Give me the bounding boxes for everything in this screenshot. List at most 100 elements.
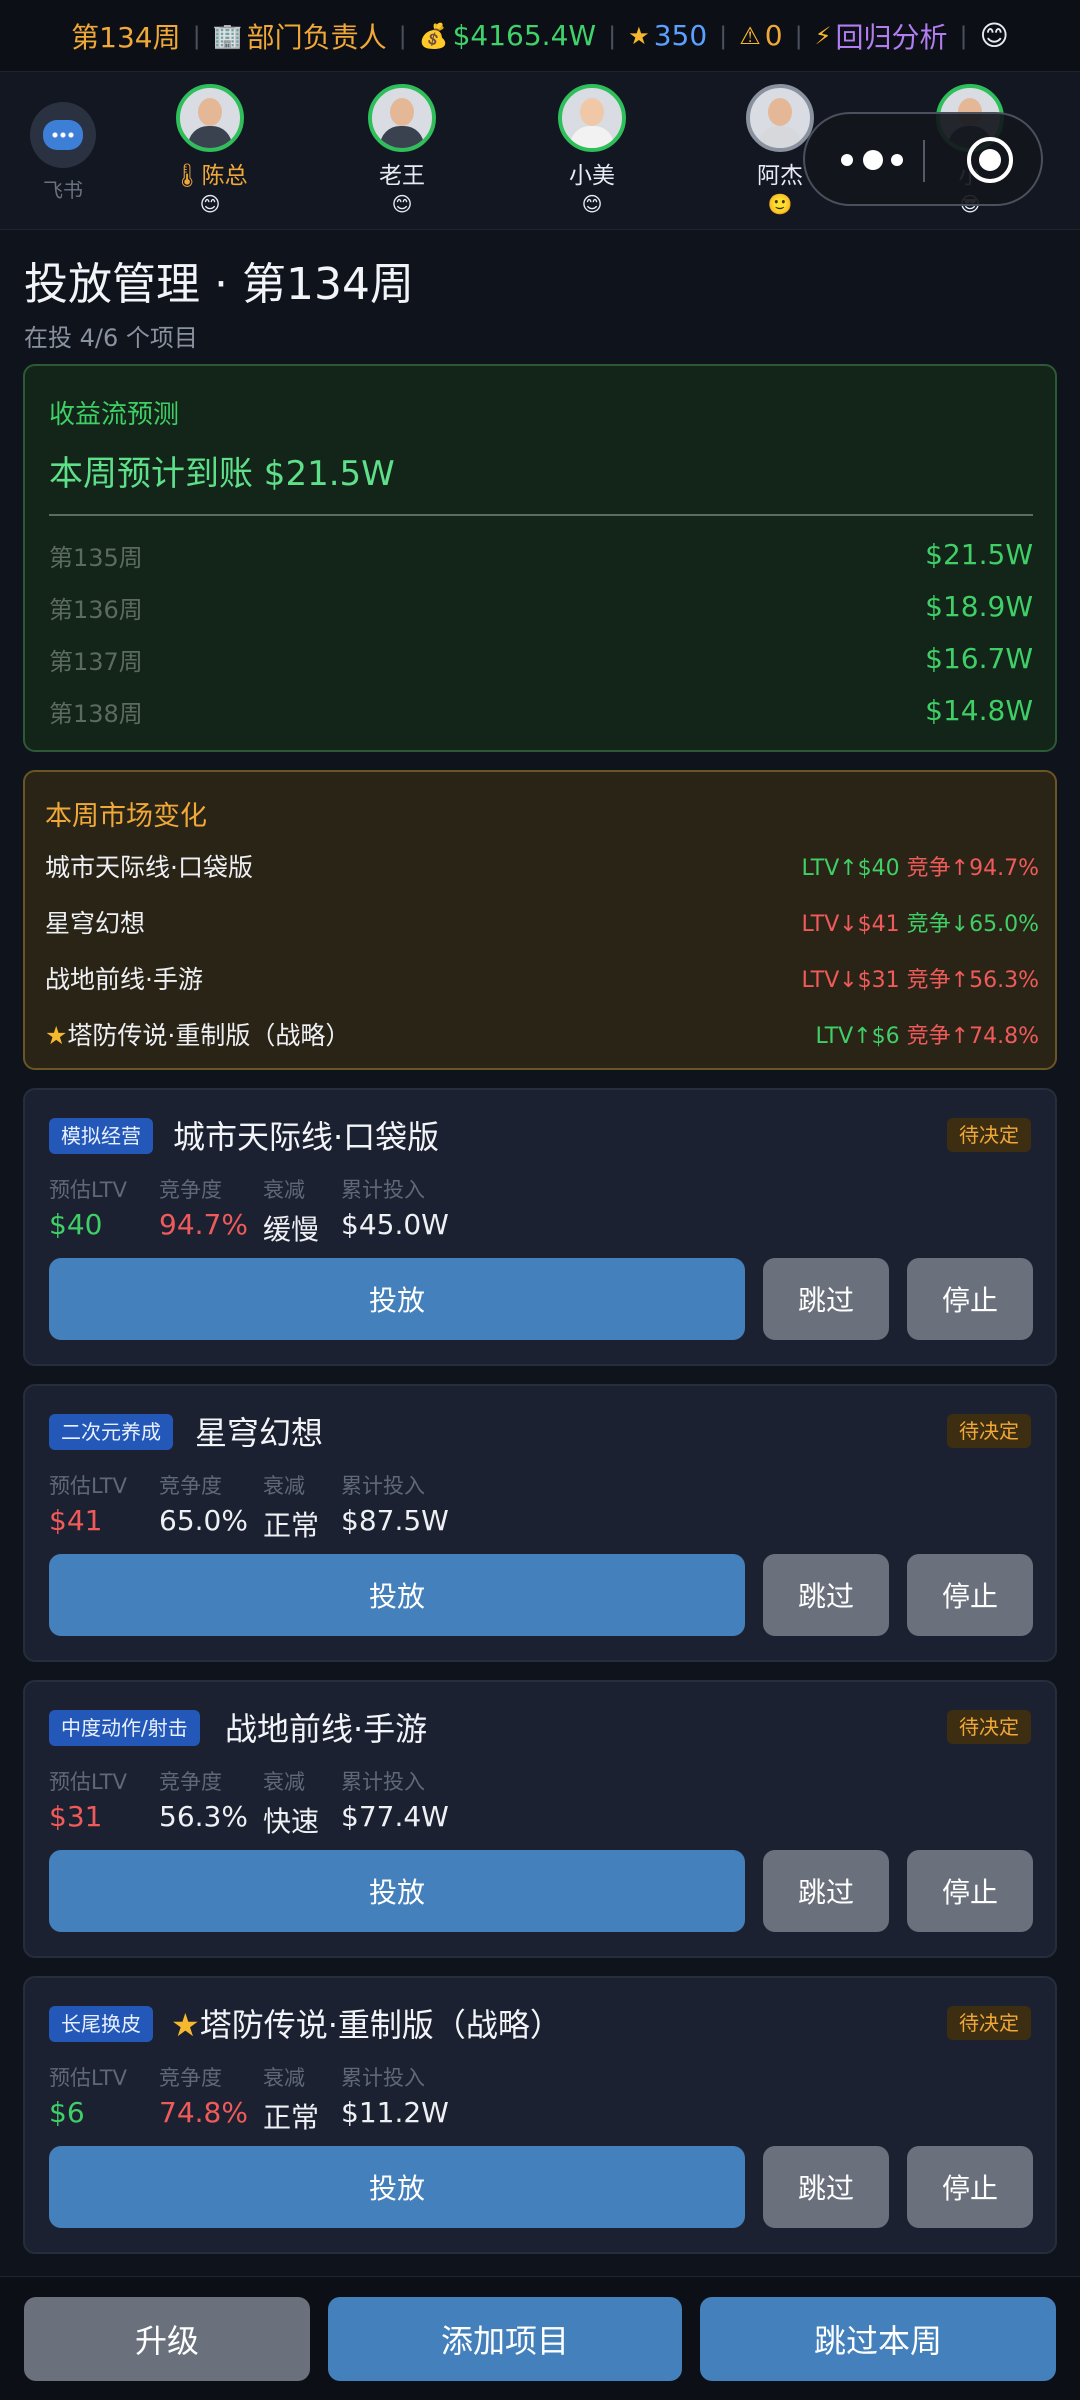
role-label: 部门负责人 bbox=[246, 20, 387, 54]
forecast-week: 第138周 bbox=[49, 700, 143, 728]
mood-emoji: 😊 bbox=[199, 192, 221, 216]
avatar bbox=[746, 84, 814, 152]
market-change: LTV↑$6 竞争↑74.8% bbox=[816, 1018, 1039, 1050]
market-project-name: 战地前线·手游 bbox=[45, 965, 203, 994]
divider: | bbox=[192, 21, 201, 50]
market-project-name: 城市天际线·口袋版 bbox=[45, 853, 253, 882]
decay-label: 衰减 bbox=[263, 1474, 305, 1498]
skip-button[interactable]: 跳过 bbox=[763, 1554, 889, 1636]
forecast-week: 第137周 bbox=[49, 648, 143, 676]
competition-label: 竞争度 bbox=[159, 1178, 222, 1202]
money-bag-icon: 💰 bbox=[418, 21, 449, 50]
invest-button[interactable]: 投放 bbox=[49, 2146, 745, 2228]
divider: | bbox=[794, 21, 803, 50]
competition-label: 竞争度 bbox=[159, 1770, 222, 1794]
project-card: 模拟经营 城市天际线·口袋版 待决定 预估LTV 竞争度 衰减 累计投入 $40… bbox=[23, 1088, 1057, 1366]
genre-tag: 中度动作/射击 bbox=[49, 1710, 200, 1746]
project-title: 战地前线·手游 bbox=[225, 1710, 428, 1748]
divider: | bbox=[719, 21, 728, 50]
status-bar: 第134周 | 🏢 部门负责人 | 💰 $4165.4W | ★ 350 | ⚠… bbox=[0, 0, 1080, 72]
project-title: 城市天际线·口袋版 bbox=[173, 1118, 440, 1156]
invested-value: $87.5W bbox=[341, 1504, 449, 1537]
money-balance: $4165.4W bbox=[452, 19, 597, 52]
project-card: 二次元养成 星穹幻想 待决定 预估LTV 竞争度 衰减 累计投入 $41 65.… bbox=[23, 1384, 1057, 1662]
mood-emoji: 😊 bbox=[581, 192, 603, 216]
chat-bubble-icon bbox=[30, 102, 96, 168]
skip-week-button[interactable]: 跳过本周 bbox=[700, 2297, 1056, 2381]
competition-change: 竞争↑56.3% bbox=[906, 968, 1039, 993]
status-badge: 待决定 bbox=[947, 1414, 1031, 1448]
contact-name: 小美 bbox=[569, 163, 615, 189]
invest-button[interactable]: 投放 bbox=[49, 1850, 745, 1932]
stop-button[interactable]: 停止 bbox=[907, 2146, 1033, 2228]
divider: | bbox=[398, 21, 407, 50]
stop-button[interactable]: 停止 bbox=[907, 1258, 1033, 1340]
miniprogram-capsule bbox=[803, 112, 1043, 206]
upgrade-button[interactable]: 升级 bbox=[24, 2297, 310, 2381]
decay-label: 衰减 bbox=[263, 1770, 305, 1794]
decay-label: 衰减 bbox=[263, 1178, 305, 1202]
market-row: ★塔防传说·重制版（战略） LTV↑$6 竞争↑74.8% bbox=[45, 1016, 1039, 1056]
competition-value: 74.8% bbox=[159, 2096, 248, 2129]
forecast-week: 第136周 bbox=[49, 596, 143, 624]
divider: | bbox=[959, 21, 968, 50]
skip-button[interactable]: 跳过 bbox=[763, 2146, 889, 2228]
contact-name: 🌡陈总 bbox=[172, 163, 248, 189]
feishu-label: 飞书 bbox=[43, 178, 83, 202]
forecast-title: 收益流预测 bbox=[49, 400, 180, 430]
add-project-button[interactable]: 添加项目 bbox=[328, 2297, 682, 2381]
forecast-row: 第136周 $18.9W bbox=[49, 590, 1033, 630]
invested-label: 累计投入 bbox=[341, 1770, 425, 1794]
skip-button[interactable]: 跳过 bbox=[763, 1850, 889, 1932]
decay-label: 衰减 bbox=[263, 2066, 305, 2090]
genre-tag: 长尾换皮 bbox=[49, 2006, 153, 2042]
star-icon: ★ bbox=[171, 2006, 200, 2044]
regression-analysis-link[interactable]: 回归分析 bbox=[836, 16, 948, 56]
ltv-change: LTV↓$31 bbox=[801, 968, 900, 993]
forecast-amount: $14.8W bbox=[925, 694, 1033, 727]
warning-icon: ⚠ bbox=[739, 21, 761, 50]
status-badge: 待决定 bbox=[947, 1710, 1031, 1744]
page-title: 投放管理 · 第134周 bbox=[24, 259, 414, 310]
ltv-value: $31 bbox=[49, 1800, 103, 1833]
ltv-value: $6 bbox=[49, 2096, 85, 2129]
thermometer-icon: 🌡 bbox=[172, 163, 202, 189]
competition-value: 65.0% bbox=[159, 1504, 248, 1537]
market-row: 星穹幻想 LTV↓$41 竞争↓65.0% bbox=[45, 904, 1039, 944]
contact-laowang[interactable]: 老王 😊 bbox=[342, 84, 462, 216]
competition-change: 竞争↑74.8% bbox=[906, 1024, 1039, 1049]
market-row: 城市天际线·口袋版 LTV↑$40 竞争↑94.7% bbox=[45, 848, 1039, 888]
market-changes-panel: 本周市场变化 城市天际线·口袋版 LTV↑$40 竞争↑94.7% 星穹幻想 L… bbox=[23, 770, 1057, 1070]
status-badge: 待决定 bbox=[947, 2006, 1031, 2040]
forecast-week: 第135周 bbox=[49, 544, 143, 572]
forecast-row: 第135周 $21.5W bbox=[49, 538, 1033, 578]
competition-value: 94.7% bbox=[159, 1208, 248, 1241]
competition-change: 竞争↑94.7% bbox=[906, 856, 1039, 881]
stop-button[interactable]: 停止 bbox=[907, 1554, 1033, 1636]
decay-value: 正常 bbox=[263, 1509, 320, 1542]
decay-value: 快速 bbox=[263, 1805, 320, 1838]
contact-xiaomei[interactable]: 小美 😊 bbox=[532, 84, 652, 216]
avatar bbox=[176, 84, 244, 152]
competition-value: 56.3% bbox=[159, 1800, 248, 1833]
invested-value: $45.0W bbox=[341, 1208, 449, 1241]
skip-button[interactable]: 跳过 bbox=[763, 1258, 889, 1340]
avatar bbox=[558, 84, 626, 152]
forecast-row: 第137周 $16.7W bbox=[49, 642, 1033, 682]
invest-button[interactable]: 投放 bbox=[49, 1554, 745, 1636]
feishu-button[interactable]: 飞书 bbox=[28, 102, 98, 203]
close-miniprogram-icon[interactable] bbox=[967, 137, 1013, 183]
competition-change: 竞争↓65.0% bbox=[906, 912, 1039, 937]
contact-chen[interactable]: 🌡陈总 😊 bbox=[150, 84, 270, 216]
stop-button[interactable]: 停止 bbox=[907, 1850, 1033, 1932]
forecast-headline: 本周预计到账 $21.5W bbox=[49, 454, 395, 494]
project-card: 长尾换皮 ★塔防传说·重制版（战略） 待决定 预估LTV 竞争度 衰减 累计投入… bbox=[23, 1976, 1057, 2254]
competition-label: 竞争度 bbox=[159, 2066, 222, 2090]
market-project-name: ★塔防传说·重制版（战略） bbox=[45, 1021, 351, 1050]
invest-button[interactable]: 投放 bbox=[49, 1258, 745, 1340]
ltv-label: 预估LTV bbox=[49, 1178, 128, 1202]
star-icon: ★ bbox=[45, 1021, 68, 1050]
market-change: LTV↓$41 竞争↓65.0% bbox=[802, 906, 1039, 938]
more-icon[interactable] bbox=[841, 150, 903, 170]
revenue-forecast-panel: 收益流预测 本周预计到账 $21.5W 第135周 $21.5W 第136周 $… bbox=[23, 364, 1057, 752]
